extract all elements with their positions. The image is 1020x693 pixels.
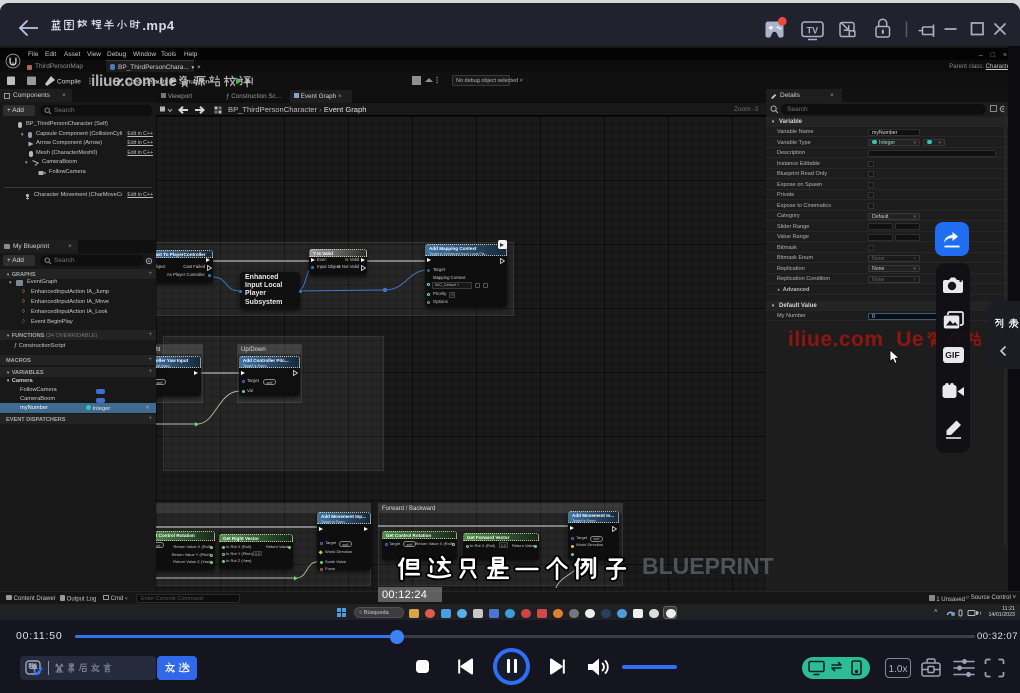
- svg-text:Compile: Compile: [57, 79, 81, 86]
- svg-text:TV: TV: [807, 25, 819, 35]
